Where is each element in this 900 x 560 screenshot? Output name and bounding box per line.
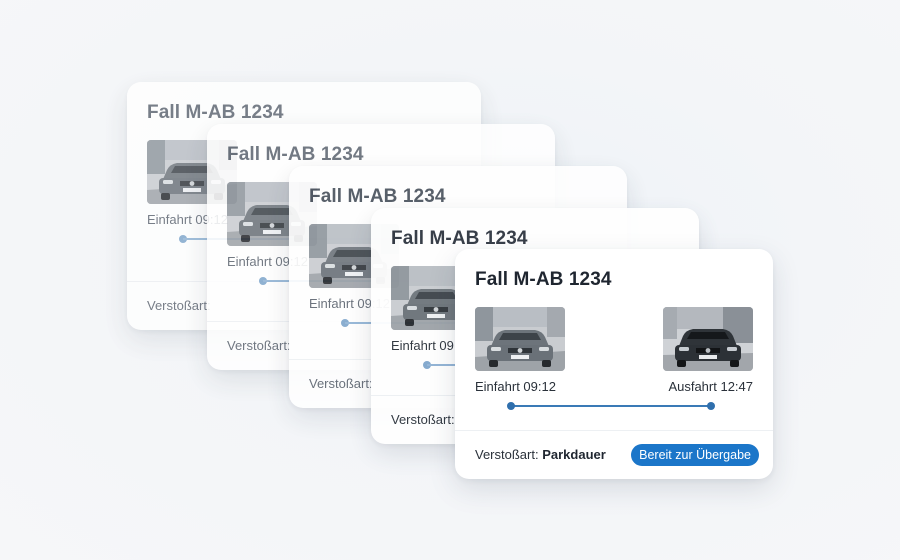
violation-prefix: Verstoßart: bbox=[147, 298, 211, 313]
case-footer: Verstoßart: Parkdauer Bereit zur Übergab… bbox=[455, 430, 773, 479]
car-photo-entry-icon[interactable] bbox=[475, 307, 565, 371]
status-badge[interactable]: Bereit zur Übergabe bbox=[631, 444, 759, 466]
violation-prefix: Verstoßart: bbox=[227, 338, 291, 353]
timeline-start-dot bbox=[507, 402, 515, 410]
case-card-front[interactable]: Fall M-AB 1234 Einfahrt 09:12 Ausfahrt 1… bbox=[455, 249, 773, 479]
case-card-stack: Fall M-AB 1234 Einfahrt 09:12 Verstoßart… bbox=[0, 0, 900, 560]
timeline-bar bbox=[511, 405, 711, 407]
exit-time-label: Ausfahrt 12:47 bbox=[668, 379, 753, 394]
case-title: Fall M-AB 1234 bbox=[475, 269, 612, 290]
case-title: Fall M-AB 1234 bbox=[227, 144, 364, 165]
violation-prefix: Verstoßart: bbox=[475, 447, 539, 462]
case-title: Fall M-AB 1234 bbox=[309, 186, 446, 207]
violation-type: Verstoßart: Parkdauer bbox=[475, 447, 606, 462]
entry-time-label: Einfahrt 09:12 bbox=[475, 379, 556, 394]
timeline-end-dot bbox=[707, 402, 715, 410]
violation-prefix: Verstoßart: bbox=[391, 412, 455, 427]
case-title: Fall M-AB 1234 bbox=[391, 228, 528, 249]
case-title: Fall M-AB 1234 bbox=[147, 102, 284, 123]
violation-value: Parkdauer bbox=[542, 447, 606, 462]
car-photo-exit-icon[interactable] bbox=[663, 307, 753, 371]
violation-prefix: Verstoßart: bbox=[309, 376, 373, 391]
